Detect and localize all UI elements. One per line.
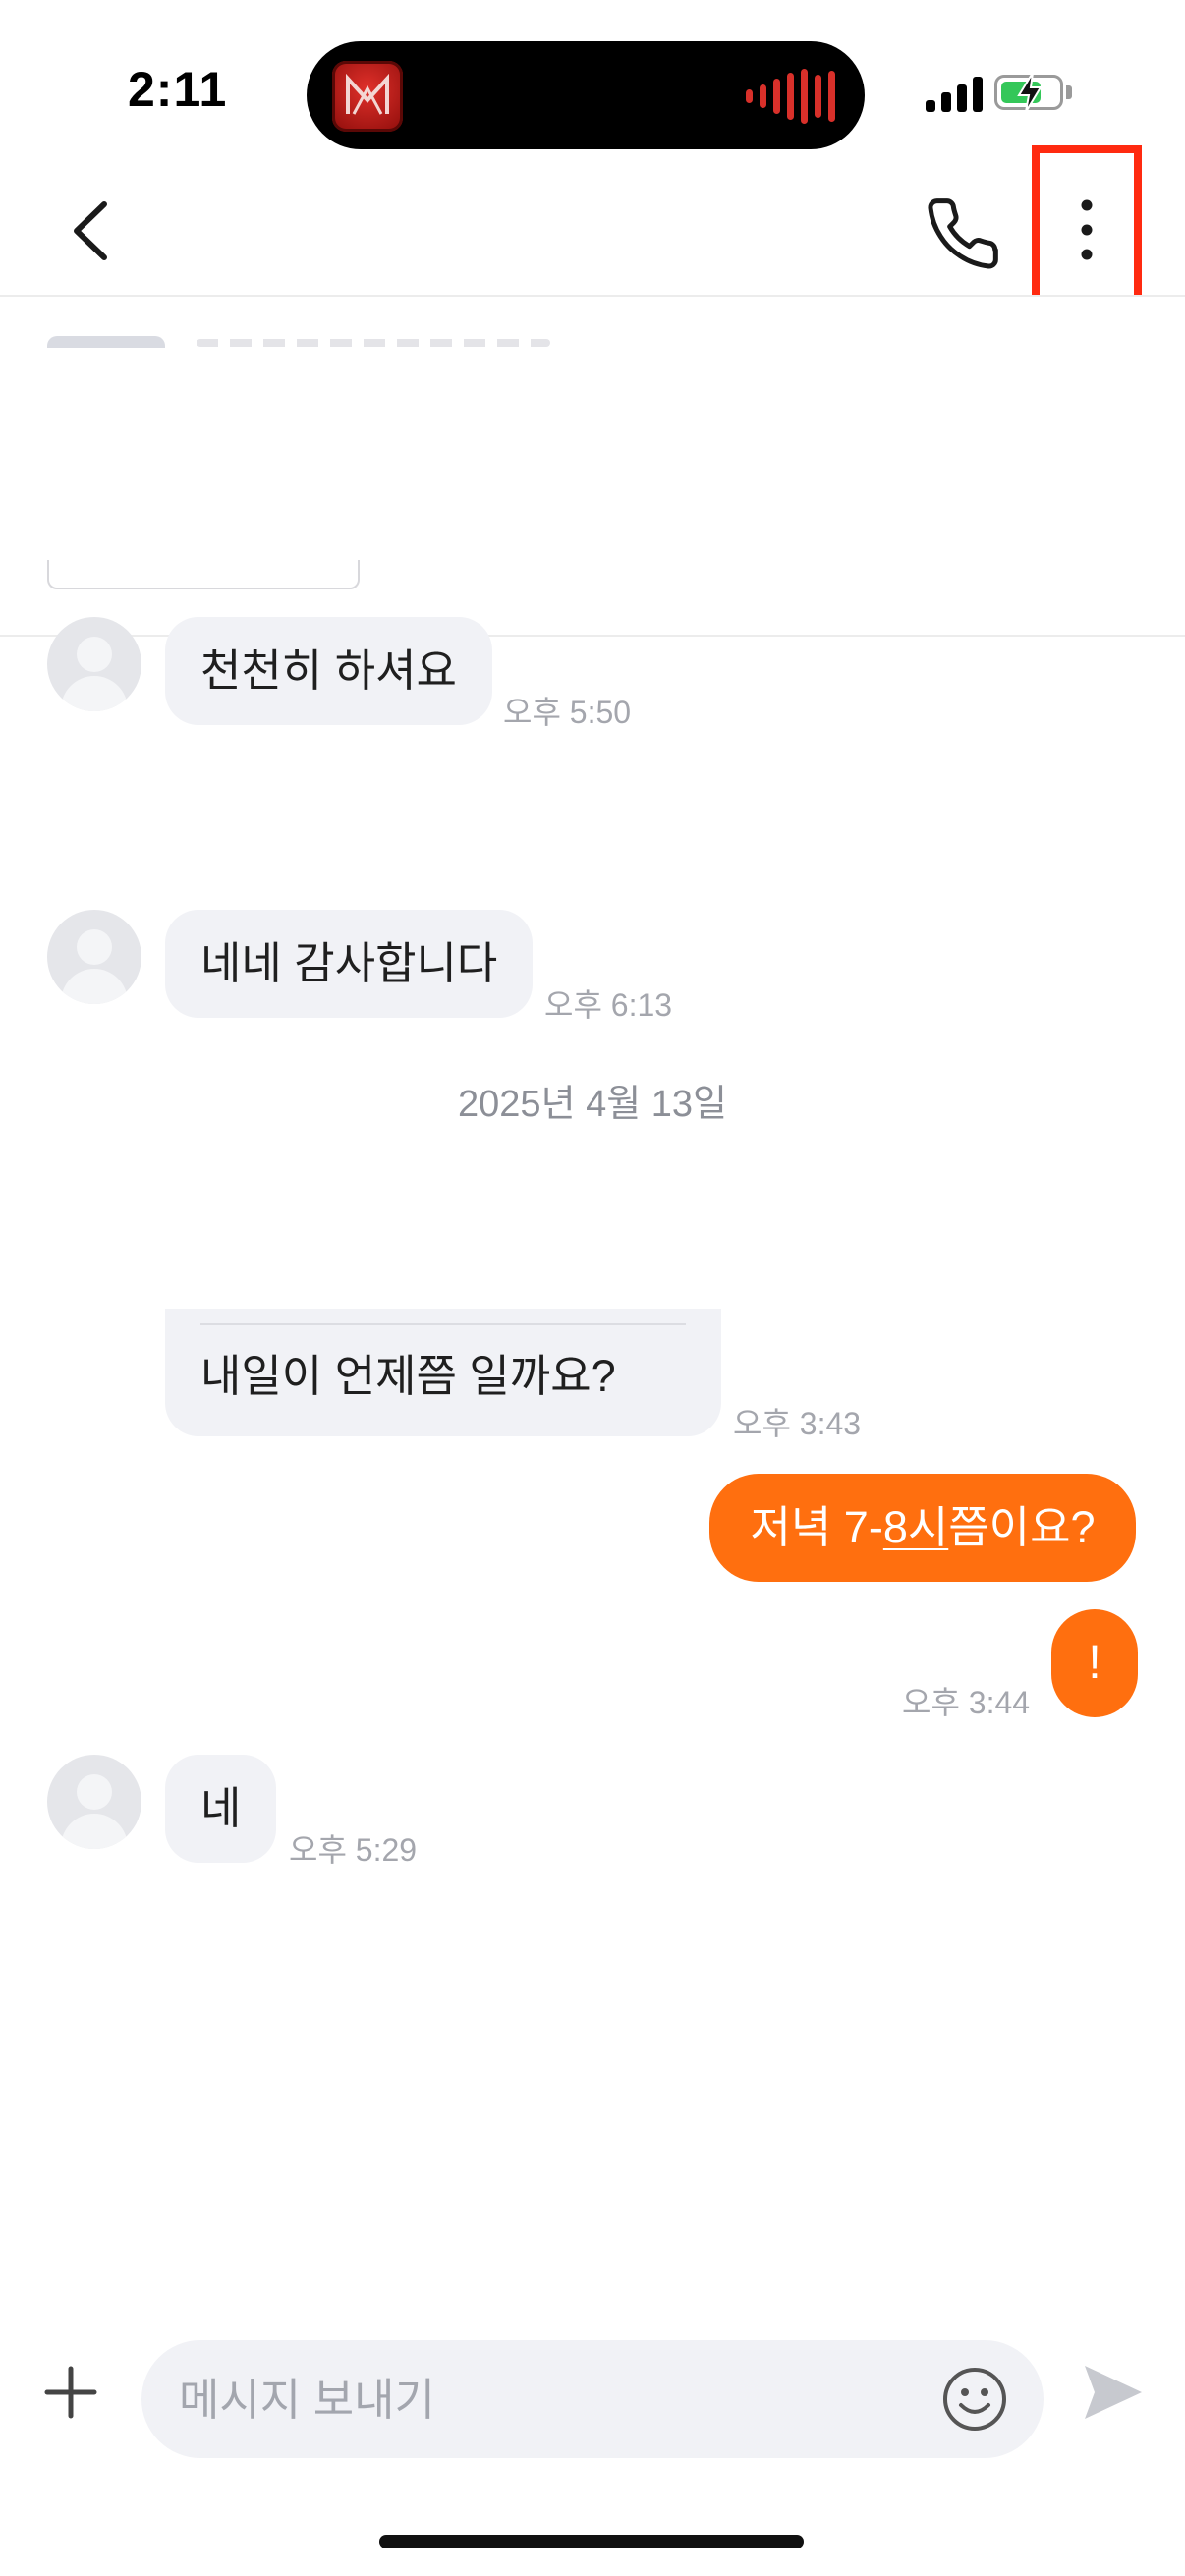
message-time: 오후 5:50 — [503, 695, 632, 730]
message-time: 오후 6:13 — [544, 987, 673, 1023]
message-bubble-outgoing[interactable]: 저녁 7-8시쯤이요? — [709, 1474, 1136, 1582]
audio-waveform-icon — [746, 69, 835, 124]
emoji-button[interactable] — [941, 2366, 1008, 2433]
avatar[interactable] — [47, 1755, 141, 1849]
phone-icon — [928, 198, 998, 269]
call-button[interactable] — [924, 195, 1002, 273]
back-button[interactable] — [59, 196, 128, 265]
avatar[interactable] — [47, 617, 141, 711]
message-bubble-incoming[interactable]: 네네 감사합니다 — [165, 910, 534, 1018]
more-options-button[interactable] — [1032, 145, 1142, 314]
message-bubble-incoming[interactable]: 천천히 하셔요 — [165, 617, 492, 725]
message-text-part: 저녁 7- — [750, 1502, 883, 1552]
message-text-link[interactable]: 8시 — [883, 1502, 948, 1552]
attach-button[interactable] — [41, 2363, 100, 2422]
pinned-item-thumbnail — [47, 336, 165, 348]
charging-bolt-icon — [1017, 72, 1043, 113]
pinned-item-title-faded — [197, 339, 550, 347]
message-text-part: 쯤이요? — [948, 1502, 1096, 1552]
message-time: 오후 3:44 — [902, 1685, 1031, 1720]
send-button[interactable] — [1079, 2358, 1148, 2427]
battery-tip — [1066, 85, 1072, 99]
message-bubble-incoming-reply[interactable]: 내일이 언제쯤 일까요? — [165, 1309, 721, 1436]
pinned-item-action-button[interactable] — [47, 560, 360, 589]
home-indicator — [379, 2535, 804, 2548]
avatar[interactable] — [47, 910, 141, 1004]
plus-icon — [44, 2366, 97, 2419]
send-failed-badge[interactable]: ! — [1051, 1609, 1138, 1717]
reply-quote-divider — [200, 1323, 686, 1325]
date-separator: 2025년 4월 13일 — [458, 1084, 727, 1125]
message-time: 오후 5:29 — [289, 1832, 418, 1868]
dynamic-island — [307, 41, 865, 149]
message-text: 내일이 언제쯤 일까요? — [200, 1351, 616, 1401]
message-input[interactable] — [177, 2340, 869, 2460]
message-bubble-incoming[interactable]: 네 — [165, 1755, 277, 1863]
status-time: 2:11 — [128, 62, 228, 117]
more-vertical-icon — [1081, 199, 1093, 260]
smile-icon — [943, 2368, 1006, 2431]
chevron-left-icon — [74, 201, 107, 260]
send-icon — [1085, 2366, 1142, 2419]
message-time: 오후 3:43 — [733, 1406, 862, 1441]
message-composer — [141, 2340, 1044, 2460]
now-playing-app-icon — [332, 61, 403, 132]
cellular-signal-icon — [926, 77, 983, 112]
